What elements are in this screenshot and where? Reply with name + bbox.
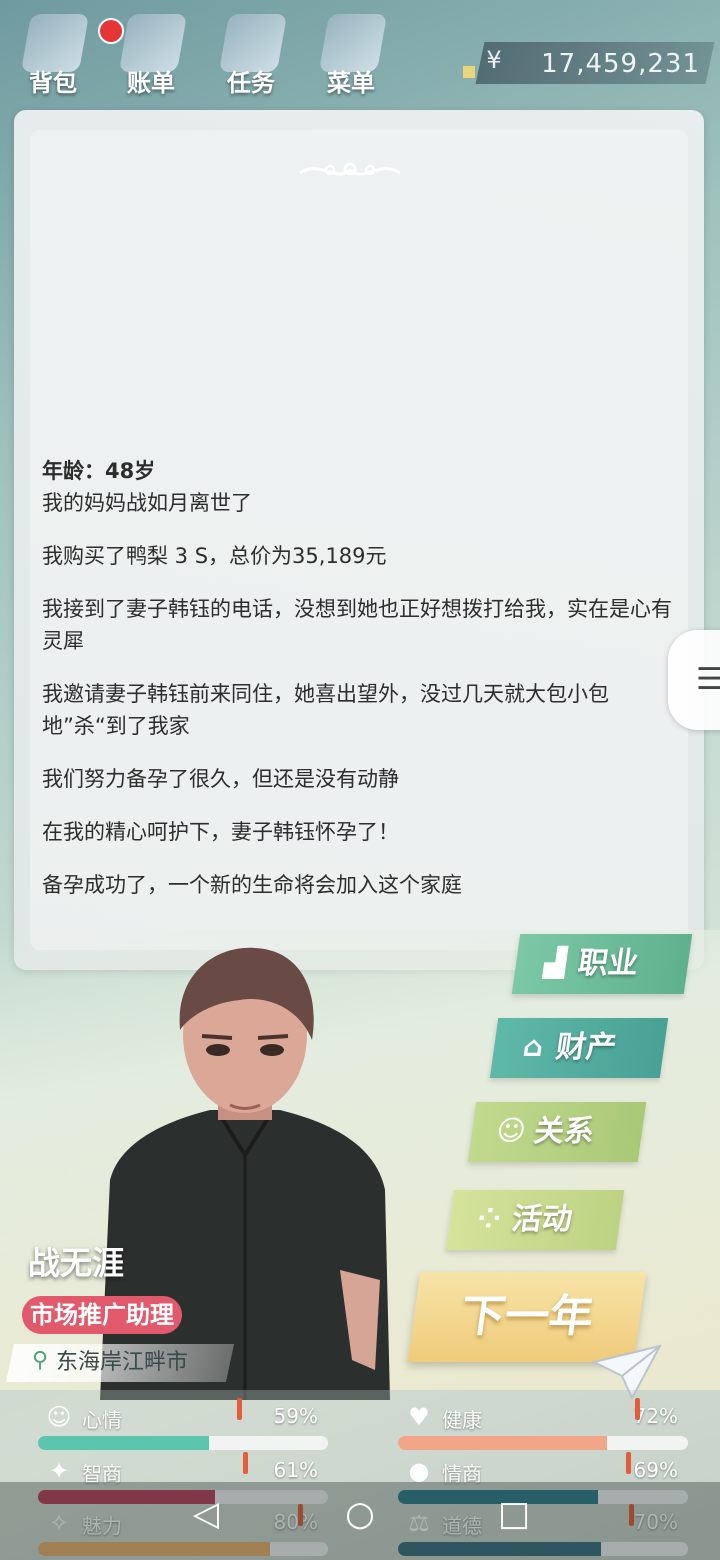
- stat-fill: [398, 1436, 607, 1450]
- log-entry: 我邀请妻子韩钰前来同住，她喜出望外，没过几天就大包小包地”杀“到了我家: [42, 682, 609, 738]
- location-pin-icon: ⚲: [32, 1348, 49, 1373]
- chart-icon: ▟: [542, 946, 569, 979]
- stat-label: 健康: [442, 1408, 482, 1432]
- stat-bar: [398, 1436, 688, 1450]
- relationship-label: 关系: [531, 1114, 597, 1149]
- home-icon[interactable]: ○: [340, 1494, 380, 1534]
- recents-icon[interactable]: □: [494, 1494, 534, 1534]
- stat-mood: ☺ 心情 59%: [38, 1398, 328, 1452]
- backpack-label: 背包: [29, 69, 77, 97]
- stat-fill: [38, 1436, 210, 1450]
- stat-health: ♥ 健康 72%: [398, 1398, 688, 1452]
- property-button[interactable]: ⌂ 财产: [489, 1018, 669, 1078]
- menu-button[interactable]: 菜单: [306, 8, 396, 104]
- log-entry: 我们努力备孕了很久，但还是没有动静: [42, 767, 399, 791]
- location-label: 东海岸江畔市: [56, 1350, 189, 1375]
- money-value: 17,459,231: [541, 49, 700, 79]
- stat-marker: [634, 1398, 640, 1420]
- log-entry: 我的妈妈战如月离世了: [42, 491, 252, 515]
- stat-value: 72%: [633, 1404, 678, 1428]
- stat-marker: [242, 1452, 248, 1474]
- property-label: 财产: [553, 1030, 619, 1065]
- stat-value: 69%: [633, 1458, 678, 1482]
- ornament-icon: [299, 162, 401, 176]
- career-button[interactable]: ▟ 职业: [511, 934, 693, 994]
- job-badge: 市场推广助理: [22, 1296, 182, 1334]
- stat-value: 61%: [273, 1458, 318, 1482]
- top-bar: 背包 账单 任务 菜单 ¥ 17,459,231: [0, 0, 720, 110]
- age-label: 年龄：48岁: [42, 459, 156, 483]
- activity-button[interactable]: ⁘ 活动: [445, 1190, 625, 1250]
- stat-value: 59%: [273, 1404, 318, 1428]
- house-icon: ⌂: [520, 1030, 546, 1063]
- stat-bar: [38, 1436, 328, 1450]
- heart-icon: ♥: [408, 1403, 430, 1431]
- chat-log-icon: ☰: [696, 662, 720, 697]
- smile-icon: ☺: [46, 1403, 72, 1431]
- log-entry: 我接到了妻子韩钰的电话，没想到她也正好想拨打给我，实在是心有灵犀: [42, 597, 672, 653]
- backpack-button[interactable]: 背包: [8, 8, 124, 104]
- log-entry: 我购买了鸭梨 3 S，总价为35,189元: [42, 544, 387, 568]
- bill-button[interactable]: 账单: [106, 8, 196, 104]
- career-label: 职业: [575, 946, 641, 981]
- stat-label: 心情: [82, 1408, 122, 1432]
- yen-icon: ¥: [486, 46, 502, 74]
- log-side-tab[interactable]: ☰: [668, 630, 720, 730]
- menu-label: 菜单: [327, 69, 375, 97]
- bill-label: 账单: [127, 69, 175, 97]
- character-name: 战无涯: [28, 1244, 125, 1282]
- log-entry: 在我的精心呵护下，妻子韩钰怀孕了！: [42, 820, 399, 844]
- dots-icon: ⁘: [475, 1202, 504, 1235]
- log-entry: 备孕成功了，一个新的生命将会加入这个家庭: [42, 873, 462, 897]
- people-icon: ☺: [494, 1114, 529, 1147]
- coin-icon: [463, 66, 475, 78]
- system-nav-bar: ◁ ○ □: [0, 1482, 720, 1560]
- stat-marker: [237, 1398, 243, 1420]
- back-icon[interactable]: ◁: [186, 1494, 226, 1534]
- life-log: 年龄：48岁 我的妈妈战如月离世了 我购买了鸭梨 3 S，总价为35,189元 …: [42, 455, 672, 922]
- task-label: 任务: [227, 69, 275, 97]
- relationship-button[interactable]: ☺ 关系: [467, 1102, 647, 1162]
- task-button[interactable]: 任务: [206, 8, 296, 104]
- stat-marker: [626, 1452, 632, 1474]
- activity-label: 活动: [509, 1202, 575, 1237]
